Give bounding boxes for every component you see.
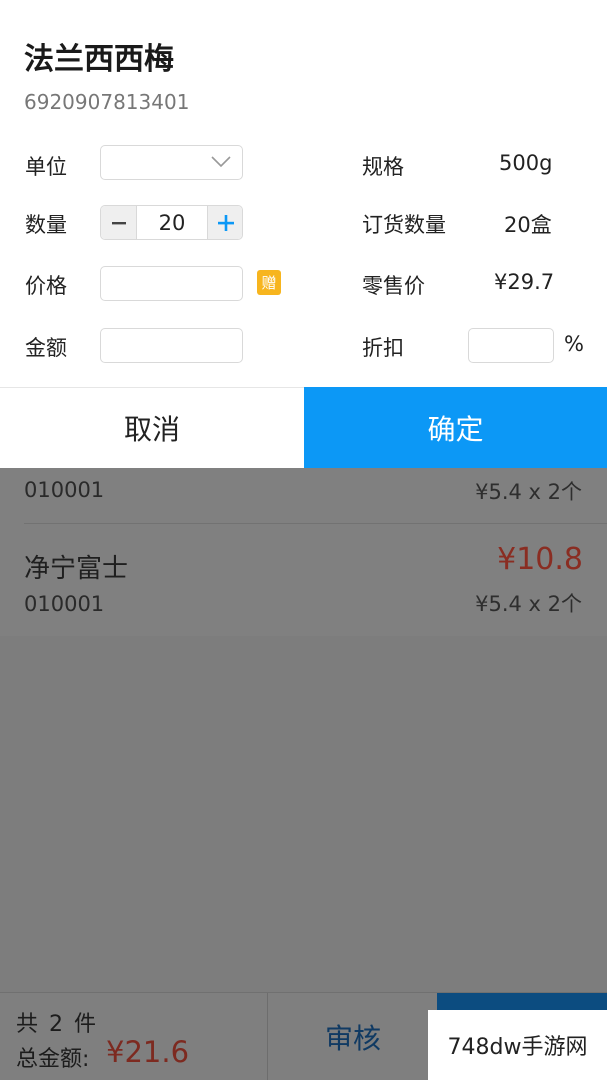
item-code: 010001 [24, 478, 105, 502]
discount-input[interactable] [468, 328, 554, 363]
increment-button[interactable] [207, 206, 242, 239]
item-unit-price: ¥5.4 x 2个 [475, 592, 582, 616]
order-summary: 共 2 件 总金额: ¥21.6 [0, 993, 268, 1080]
quantity-label: 数量 [25, 213, 67, 237]
plus-icon [218, 214, 234, 231]
unit-select[interactable] [100, 145, 243, 180]
confirm-button[interactable]: 确定 [304, 387, 607, 468]
amount-input[interactable] [100, 328, 243, 363]
total-label: 总金额: [16, 1047, 90, 1072]
item-code: 010001 [24, 592, 105, 616]
order-qty-label: 订货数量 [362, 213, 446, 237]
item-total: ¥10.8 [497, 542, 583, 577]
spec-label: 规格 [362, 155, 404, 179]
price-input[interactable] [100, 266, 243, 301]
chevron-down-icon [211, 156, 231, 168]
retail-price-value: ¥29.7 [494, 270, 555, 294]
item-count: 共 2 件 [16, 1012, 98, 1037]
audit-button[interactable]: 审核 [268, 993, 438, 1080]
spec-value: 500g [499, 151, 553, 175]
amount-label: 金额 [25, 336, 67, 360]
discount-label: 折扣 [362, 336, 404, 360]
product-name: 法兰西西梅 [24, 42, 174, 77]
product-barcode: 6920907813401 [24, 90, 190, 114]
list-item[interactable]: 净宁富士 ¥10.8 010001 ¥5.4 x 2个 [0, 524, 607, 636]
item-name: 净宁富士 [24, 554, 129, 584]
order-qty-value: 20盒 [504, 213, 552, 237]
quantity-input[interactable]: 20 [137, 206, 207, 239]
overlay-dim[interactable] [0, 636, 607, 992]
minus-icon [111, 221, 126, 224]
decrement-button[interactable] [101, 206, 137, 239]
total-amount: ¥21.6 [106, 1035, 190, 1069]
percent-sign: % [564, 332, 584, 356]
retail-price-label: 零售价 [362, 274, 425, 298]
unit-label: 单位 [25, 155, 67, 179]
gift-badge[interactable]: 赠 [257, 270, 281, 295]
list-item[interactable]: 010001 ¥5.4 x 2个 [0, 468, 607, 523]
edit-item-dialog: 法兰西西梅 6920907813401 单位 规格 500g 数量 20 订货数… [0, 0, 607, 468]
quantity-stepper: 20 [100, 205, 243, 240]
item-unit-price: ¥5.4 x 2个 [475, 480, 582, 504]
price-label: 价格 [25, 274, 67, 298]
watermark: 748dw手游网 [428, 1010, 607, 1080]
cancel-button[interactable]: 取消 [0, 387, 304, 468]
